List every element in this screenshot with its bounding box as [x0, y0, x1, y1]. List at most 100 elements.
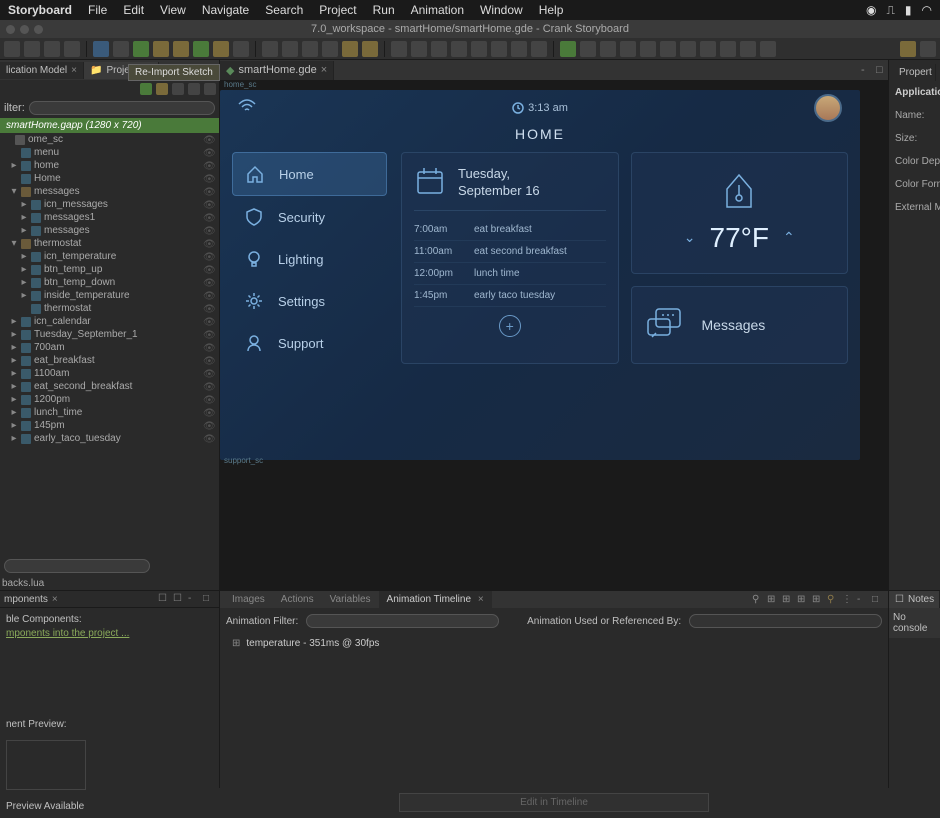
tree-item[interactable]: backs.lua [0, 577, 219, 590]
menu-help[interactable]: Help [539, 3, 564, 17]
tool-icon[interactable] [362, 41, 378, 57]
minimize-icon[interactable]: - [857, 594, 869, 606]
tree-item[interactable]: ▸inside_temperature👁 [2, 289, 219, 302]
menu-animation[interactable]: Animation [411, 3, 464, 17]
menu-window[interactable]: Window [480, 3, 523, 17]
tool-icon[interactable] [93, 41, 109, 57]
canvas[interactable]: home_sc 3:13 am HOME [220, 80, 888, 590]
panel-icon[interactable] [172, 83, 184, 95]
tree-item[interactable]: ▸1200pm👁 [2, 393, 219, 406]
menu-icon[interactable]: ⋮ [842, 594, 854, 606]
tab-animation-timeline[interactable]: Animation Timeline × [379, 591, 492, 608]
tool-icon[interactable] [44, 41, 60, 57]
panel-icon[interactable] [204, 83, 216, 95]
minimize-icon[interactable]: - [188, 593, 200, 605]
menu-edit[interactable]: Edit [123, 3, 144, 17]
schedule-row[interactable]: 1:45pmearly taco tuesday [414, 285, 606, 307]
tab-smarthome[interactable]: ◆ smartHome.gde × [220, 61, 334, 80]
menu-navigate[interactable]: Navigate [202, 3, 249, 17]
schedule-row[interactable]: 12:00pmlunch time [414, 263, 606, 285]
close-icon[interactable]: × [71, 65, 77, 76]
messages-card[interactable]: Messages [631, 286, 849, 364]
nav-home[interactable]: Home [232, 152, 387, 196]
animation-item[interactable]: ⊞ temperature - 351ms @ 30fps [220, 634, 888, 653]
panel-icon[interactable]: ☐ [158, 593, 170, 605]
thermostat-card[interactable]: ⌄ 77°F ⌃ [631, 152, 849, 274]
anim-used-input[interactable] [689, 614, 882, 628]
tool-icon[interactable] [471, 41, 487, 57]
avatar[interactable] [814, 94, 842, 122]
temp-down-button[interactable]: ⌄ [684, 229, 696, 246]
traffic-light-min[interactable] [20, 25, 29, 34]
tool-icon[interactable] [511, 41, 527, 57]
menu-search[interactable]: Search [265, 3, 303, 17]
search-input[interactable] [4, 559, 150, 573]
menu-project[interactable]: Project [319, 3, 356, 17]
edit-timeline-button[interactable]: Edit in Timeline [399, 793, 709, 812]
tab-components[interactable]: mponents [4, 594, 48, 605]
anim-filter-input[interactable] [306, 614, 499, 628]
tool-icon[interactable] [431, 41, 447, 57]
tree-item[interactable]: ▸eat_breakfast👁 [2, 354, 219, 367]
tool-icon[interactable] [64, 41, 80, 57]
panel-icon[interactable] [156, 83, 168, 95]
tree-item[interactable]: ▸700am👁 [2, 341, 219, 354]
tool-icon[interactable] [113, 41, 129, 57]
tool-icon[interactable] [620, 41, 636, 57]
tool-icon[interactable] [580, 41, 596, 57]
filter-input[interactable] [29, 101, 215, 115]
tree-item[interactable]: ▸messages1👁 [2, 211, 219, 224]
menu-view[interactable]: View [160, 3, 186, 17]
maximize-icon[interactable]: □ [876, 64, 888, 76]
tool-icon[interactable] [24, 41, 40, 57]
tree-item[interactable]: ▸btn_temp_down👁 [2, 276, 219, 289]
nav-settings[interactable]: Settings [232, 280, 387, 322]
panel-icon[interactable]: ⊞ [797, 594, 809, 606]
tool-icon[interactable] [282, 41, 298, 57]
tree-item[interactable]: ▾messages👁 [2, 185, 219, 198]
tool-icon[interactable] [900, 41, 916, 57]
tool-icon[interactable] [262, 41, 278, 57]
traffic-light-max[interactable] [34, 25, 43, 34]
pin-icon[interactable]: ⚲ [827, 594, 839, 606]
import-link[interactable]: mponents into the project ... [6, 628, 213, 639]
tool-icon[interactable] [600, 41, 616, 57]
nav-support[interactable]: Support [232, 322, 387, 364]
panel-icon[interactable]: ⊞ [767, 594, 779, 606]
tool-icon[interactable] [391, 41, 407, 57]
schedule-row[interactable]: 11:00ameat second breakfast [414, 241, 606, 263]
tab-actions[interactable]: Actions [273, 591, 322, 608]
tool-icon[interactable] [322, 41, 338, 57]
tool-icon[interactable] [173, 41, 189, 57]
tool-icon[interactable] [700, 41, 716, 57]
tool-icon[interactable] [680, 41, 696, 57]
tool-icon[interactable] [411, 41, 427, 57]
panel-icon[interactable]: ⚲ [752, 594, 764, 606]
tool-icon[interactable] [491, 41, 507, 57]
schedule-row[interactable]: 7:00ameat breakfast [414, 219, 606, 241]
tree-item[interactable]: Home👁 [2, 172, 219, 185]
panel-icon[interactable] [140, 83, 152, 95]
tab-images[interactable]: Images [224, 591, 273, 608]
tab-notes[interactable]: ☐ Notes [889, 591, 940, 608]
tool-icon[interactable] [740, 41, 756, 57]
close-icon[interactable]: × [52, 594, 58, 605]
tree-root[interactable]: smartHome.gapp (1280 x 720) [0, 118, 219, 133]
tool-icon[interactable] [560, 41, 576, 57]
tool-icon[interactable] [760, 41, 776, 57]
tree-item[interactable]: ▸messages👁 [2, 224, 219, 237]
tree-item[interactable]: ▸btn_temp_up👁 [2, 263, 219, 276]
add-button[interactable]: + [499, 315, 521, 337]
panel-icon[interactable]: ⊞ [782, 594, 794, 606]
tree-item[interactable]: ▸eat_second_breakfast👁 [2, 380, 219, 393]
tab-properties[interactable]: Propert [893, 64, 936, 81]
tree-item[interactable]: ▸home👁 [2, 159, 219, 172]
maximize-icon[interactable]: □ [872, 594, 884, 606]
close-icon[interactable]: × [478, 594, 484, 605]
tree-item[interactable]: ▸icn_messages👁 [2, 198, 219, 211]
tool-icon[interactable] [133, 41, 149, 57]
tree-item[interactable]: ▸early_taco_tuesday👁 [2, 432, 219, 445]
nav-security[interactable]: Security [232, 196, 387, 238]
tree-item[interactable]: thermostat👁 [2, 302, 219, 315]
menu-file[interactable]: File [88, 3, 107, 17]
